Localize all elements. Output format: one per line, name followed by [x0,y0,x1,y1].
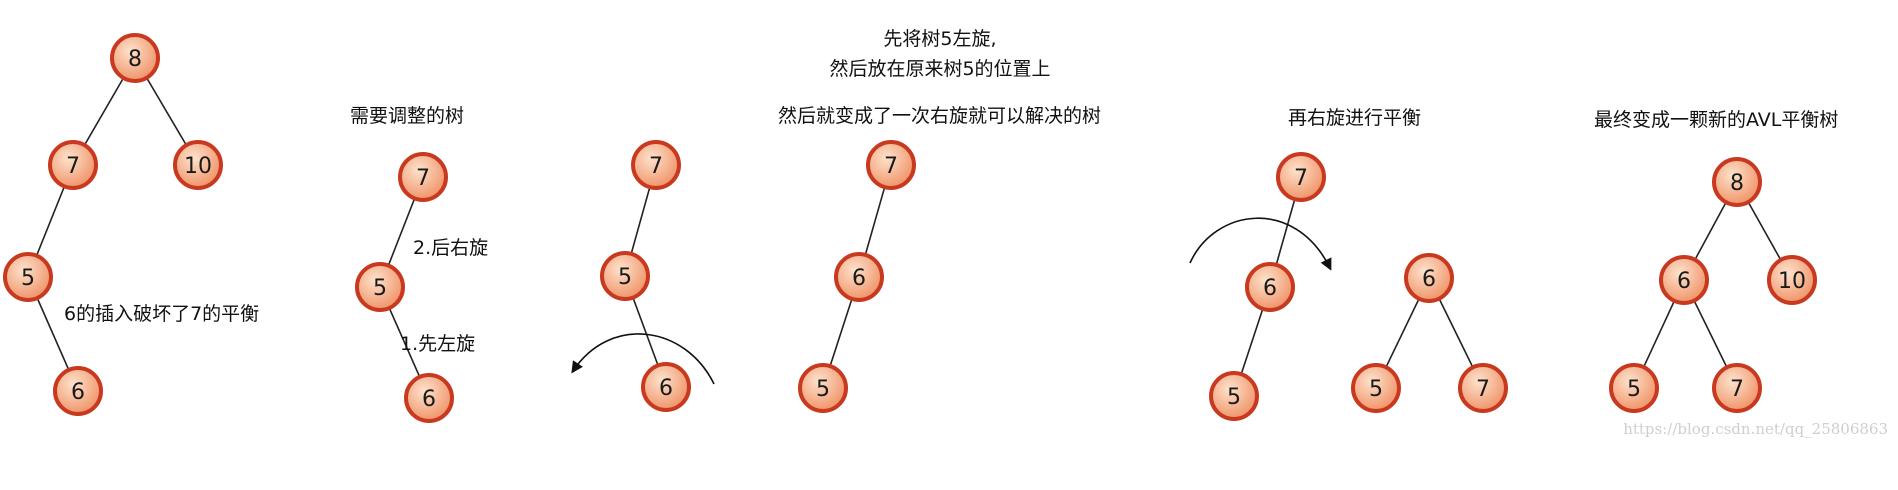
balance-broken-caption: 6的插入破坏了7的平衡 [64,303,259,325]
tree-node: 6 [1245,262,1295,312]
tree-node: 8 [110,33,160,83]
tree-node: 5 [600,251,650,301]
node-label: 6 [659,376,673,401]
tree-node: 6 [53,366,103,416]
tree-node: 7 [48,140,98,190]
tree-node: 8 [1712,157,1762,207]
tree-node: 10 [1767,255,1817,305]
tree-node: 5 [798,363,848,413]
node-label: 6 [852,266,866,291]
node-label: 6 [422,387,436,412]
top-caption-line-2: 然后放在原来树5的位置上 [829,58,1050,80]
panel-after-left: 然后就变成了一次右旋就可以解决的树 7 6 5 [778,105,1101,413]
tree-node: 7 [1712,363,1762,413]
tree-node: 6 [1404,253,1454,303]
step-right-rotate-caption: 2.后右旋 [413,237,488,259]
node-label: 5 [373,276,387,301]
node-label: 8 [128,47,142,72]
subtree-title: 需要调整的树 [350,105,464,127]
node-label: 7 [1294,166,1308,191]
right-rotate-arrow [1189,217,1332,271]
node-label: 5 [21,266,35,291]
node-label: 8 [1730,171,1744,196]
tree-node: 5 [355,262,405,312]
tree-node: 5 [1351,363,1401,413]
panel-right-rotate: 再右旋进行平衡 7 6 5 6 5 7 [1189,107,1508,421]
panel-original: 8 7 10 5 6 6的插入破坏了7的平衡 [3,33,259,416]
tree-node: 6 [404,373,454,423]
top-caption: 先将树5左旋, 然后放在原来树5的位置上 [829,28,1050,80]
tree-node: 7 [398,152,448,202]
node-label: 7 [649,154,663,179]
final-caption: 最终变成一颗新的AVL平衡树 [1594,109,1838,131]
node-label: 5 [1627,377,1641,402]
tree-node: 7 [631,140,681,190]
tree-node: 10 [173,140,223,190]
tree-node: 6 [1659,255,1709,305]
node-label: 10 [1778,269,1806,294]
node-label: 5 [618,265,632,290]
node-label: 6 [1263,276,1277,301]
after-left-caption: 然后就变成了一次右旋就可以解决的树 [778,105,1101,127]
tree-node: 5 [1609,363,1659,413]
node-label: 7 [416,166,430,191]
watermark: https://blog.csdn.net/qq_25806863 [1623,420,1888,438]
right-rotate-caption: 再右旋进行平衡 [1288,107,1421,129]
tree-node: 6 [641,362,691,412]
tree-node: 5 [3,252,53,302]
node-label: 7 [1476,377,1490,402]
tree-node: 5 [1209,371,1259,421]
node-label: 7 [1730,377,1744,402]
node-label: 7 [884,154,898,179]
node-label: 5 [1227,385,1241,410]
panel-left-rotate: 7 5 6 [571,140,715,412]
tree-node: 7 [866,140,916,190]
node-label: 10 [184,154,212,179]
top-caption-line-1: 先将树5左旋, [883,28,996,50]
panel-final: 最终变成一颗新的AVL平衡树 8 6 10 5 7 [1594,109,1838,413]
node-label: 5 [1369,377,1383,402]
tree-node: 6 [834,252,884,302]
node-label: 5 [816,377,830,402]
node-label: 6 [1677,269,1691,294]
panel-subtree: 需要调整的树 7 5 6 2.后右旋 1.先左旋 [350,105,488,423]
step-left-rotate-caption: 1.先左旋 [400,333,475,355]
tree-node: 7 [1276,152,1326,202]
node-label: 6 [1422,267,1436,292]
node-label: 7 [66,154,80,179]
tree-node: 7 [1458,363,1508,413]
node-label: 6 [71,380,85,405]
avl-rotation-diagram: 先将树5左旋, 然后放在原来树5的位置上 8 7 10 5 6 6的插入破坏了7… [3,28,1888,438]
